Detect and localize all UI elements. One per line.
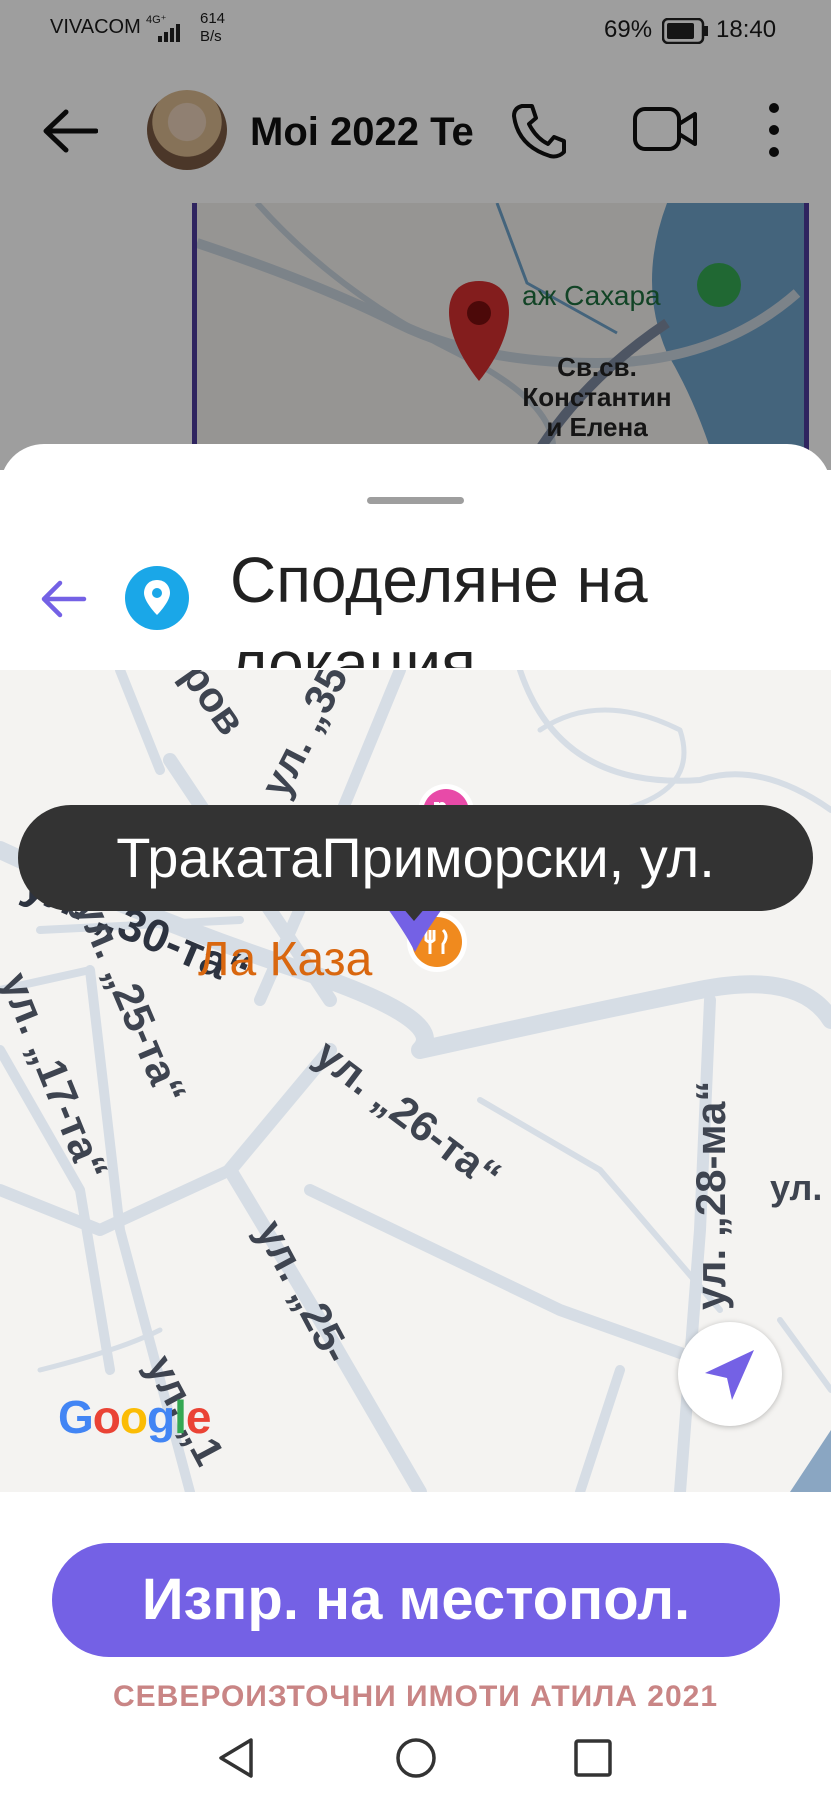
google-letter: l: [174, 1391, 187, 1443]
google-logo: Google: [58, 1390, 212, 1444]
system-nav-bar: [0, 1720, 831, 1800]
address-tooltip: ТракатаПриморски, ул.: [18, 805, 813, 911]
google-letter: G: [58, 1391, 94, 1443]
nav-back-icon[interactable]: [215, 1736, 259, 1785]
sheet-drag-handle[interactable]: [367, 497, 464, 504]
google-letter: o: [119, 1391, 148, 1443]
street-label-ul: ул.: [770, 1167, 822, 1208]
sheet-title: Споделяне на локация: [230, 544, 648, 668]
restaurant-label: Ла Каза: [198, 933, 373, 986]
modal-scrim[interactable]: [0, 0, 831, 470]
google-letter: o: [92, 1391, 121, 1443]
google-letter: e: [185, 1391, 212, 1443]
send-location-button[interactable]: Изпр. на местопол.: [52, 1543, 780, 1657]
navigation-arrow-icon: [705, 1350, 754, 1400]
street-label-28: ул. „28-ма“: [687, 1081, 734, 1310]
nav-recents-icon[interactable]: [571, 1736, 615, 1785]
tooltip-pointer: [402, 907, 426, 921]
nav-home-icon[interactable]: [394, 1736, 438, 1785]
watermark: СЕВЕРОИЗТОЧНИ ИМОТИ АТИЛА 2021: [112, 1680, 719, 1713]
location-marker-icon: [125, 566, 189, 630]
recenter-button[interactable]: [678, 1322, 782, 1426]
google-letter: g: [147, 1391, 175, 1443]
sheet-back-icon[interactable]: [38, 574, 88, 624]
